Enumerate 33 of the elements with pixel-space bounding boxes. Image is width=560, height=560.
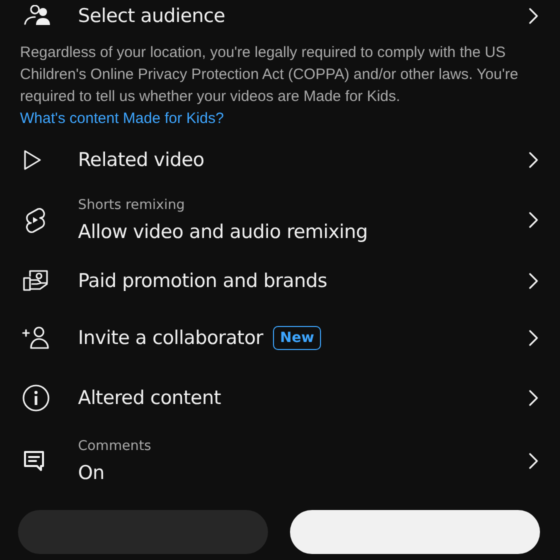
new-badge: New <box>273 326 322 350</box>
audience-icon <box>22 5 52 27</box>
info-icon <box>22 384 50 412</box>
chevron-right-icon <box>528 452 538 470</box>
chevron-right-icon <box>528 389 538 407</box>
chevron-right-icon <box>528 211 538 229</box>
audience-row[interactable]: Select audience <box>0 0 560 36</box>
settings-row[interactable]: Invite a collaborator New <box>0 308 560 368</box>
made-for-kids-link[interactable]: What's content Made for Kids? <box>20 110 224 127</box>
row-label: Allow video and audio remixing <box>78 221 368 243</box>
chevron-right-icon <box>528 150 538 168</box>
row-label: Altered content <box>78 387 221 409</box>
play-icon <box>22 148 42 170</box>
row-label: Select audience <box>78 5 226 27</box>
settings-row[interactable]: Shorts remixing Allow video and audio remixing <box>0 187 560 253</box>
add-person-icon <box>22 326 50 350</box>
row-caption: Comments <box>78 438 152 454</box>
money-hand-icon <box>22 268 50 294</box>
settings-row[interactable]: Paid promotion and brands <box>0 253 560 308</box>
settings-row[interactable]: Altered content <box>0 368 560 428</box>
settings-row[interactable]: Comments On <box>0 428 560 494</box>
settings-row[interactable]: Related video <box>0 132 560 187</box>
row-label: Invite a collaborator <box>78 327 264 349</box>
row-caption: Shorts remixing <box>78 197 186 213</box>
comment-icon <box>22 449 46 473</box>
chevron-right-icon <box>528 272 538 290</box>
coppa-notice: Regardless of your location, you're legally required to comply with the US Children's Online Privacy Protection Act (COPPA) and/or other laws. You're required to tell us whether your videos are Made for Kids. What's content Made for Kids? <box>20 43 520 129</box>
chevron-right-icon <box>528 7 538 25</box>
primary-button[interactable] <box>290 510 540 554</box>
row-label: Related video <box>78 148 204 170</box>
row-label: On <box>78 462 104 484</box>
chevron-right-icon <box>528 329 538 347</box>
row-label: Paid promotion and brands <box>78 270 328 292</box>
